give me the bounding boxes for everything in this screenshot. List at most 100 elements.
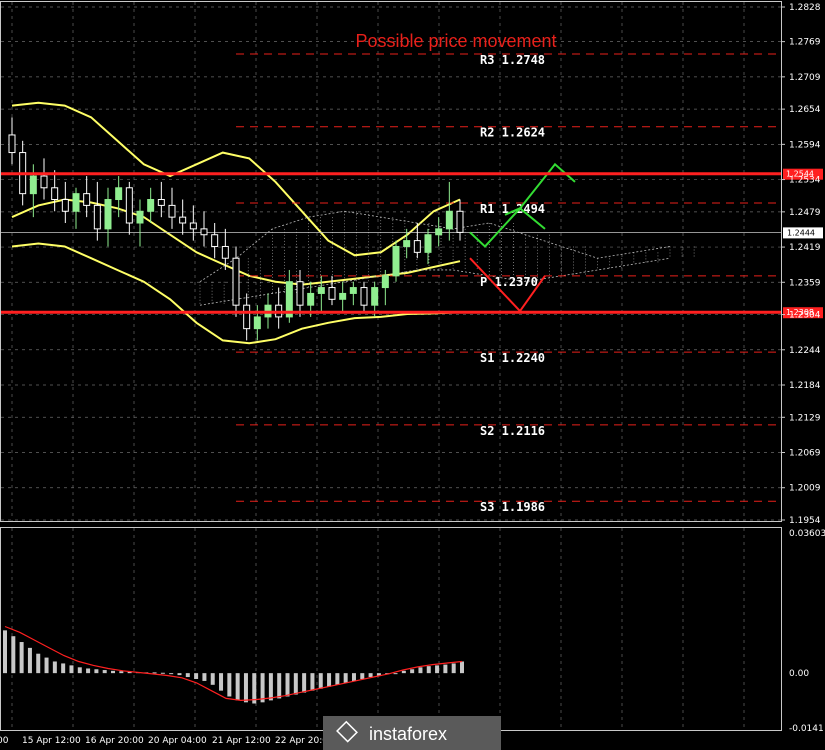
candle-body [307,292,315,306]
macd-histogram-bar [277,673,282,699]
pivot-label-r3: R3 1.2748 [480,53,545,67]
time-tick-label: 20 Apr 04:00 [148,736,207,746]
price-tick-label: 1.2129 [789,413,821,423]
macd-histogram-bar [401,670,406,674]
macd-histogram-bar [86,668,91,674]
macd-histogram-bar [210,673,215,685]
macd-tick-label: 0.03603 [789,529,825,539]
macd-histogram-bar [194,673,199,679]
price-tick-label: 1.2594 [789,140,821,150]
macd-histogram-bar [227,673,232,697]
macd-histogram-bar [219,673,224,691]
candle-body [104,199,112,230]
macd-histogram-bar [77,667,82,674]
pivot-label-r2: R2 1.2624 [480,126,545,140]
price-chart: R3 1.2748R2 1.2624R1 1.2494P 1.2370S1 1.… [0,0,825,750]
macd-histogram-bar [160,672,165,674]
candle-body [179,216,187,224]
macd-histogram-bar [443,664,448,674]
macd-histogram-bar [360,673,365,679]
time-tick-label: 15 Apr 12:00 [22,736,81,746]
macd-histogram-bar [351,673,356,681]
macd-histogram-bar [343,673,348,683]
macd-histogram-bar [318,673,323,689]
price-tick-label: 1.2709 [789,73,821,83]
candle-body [381,275,389,289]
macd-histogram-bar [393,673,398,675]
time-tick-label: :00 [0,736,9,746]
time-tick-label: 16 Apr 20:00 [85,736,144,746]
macd-histogram-bar [177,673,182,676]
candle-body [147,199,155,212]
macd-histogram-bar [410,669,415,674]
candle-body [456,210,464,233]
macd-histogram-bar [111,670,116,674]
macd-histogram-bar [152,672,157,674]
candle-body [83,193,91,206]
macd-tick-label: 0.00 [789,669,809,679]
candle-body [125,187,133,224]
candle-body [328,287,336,300]
macd-histogram-bar [52,661,57,674]
candle-body [371,287,379,306]
macd-histogram-bar [426,666,431,674]
macd-histogram-bar [202,673,207,681]
macd-histogram-bar [260,673,265,703]
candle-body [40,175,48,189]
macd-histogram-bar [19,642,24,674]
candle-body [211,234,219,247]
macd-histogram-bar [243,673,248,703]
candle-body [360,287,368,306]
candle-body [136,210,144,224]
candle-body [392,245,400,277]
candle-body [61,199,69,212]
candle-body [445,210,453,230]
price-tick-label: 1.1954 [789,516,821,526]
macd-histogram-bar [435,665,440,674]
chart-title: Possible price movement [355,31,556,51]
macd-histogram-bar [119,671,124,674]
macd-tick-label: -0.0141 [789,724,824,734]
macd-histogram-bar [44,657,49,674]
macd-histogram-bar [293,673,298,695]
candle-body [349,287,357,294]
price-tick-label: 1.2304 [789,311,821,321]
price-tick-label: 1.2184 [789,381,821,391]
candle-body [221,245,229,259]
price-tick-label: 1.2419 [789,243,821,253]
pivot-label-s3: S3 1.1986 [480,500,545,514]
logo-text: instaforex [369,724,447,744]
candle-body [51,187,59,201]
macd-histogram-bar [3,630,7,674]
price-tick-label: 1.2069 [789,449,821,459]
macd-histogram-bar [169,673,174,675]
candle-body [253,316,261,330]
pivot-label-s1: S1 1.2240 [480,351,545,365]
instaforex-logo: instaforex [323,716,501,750]
macd-histogram-bar [27,647,32,674]
pivot-label-s2: S2 1.2116 [480,424,545,438]
macd-histogram-bar [268,673,273,701]
macd-histogram-bar [418,667,423,674]
price-tick-label: 1.2359 [789,278,821,288]
macd-histogram-bar [185,673,190,678]
candle-body [29,175,37,195]
current-price-label: 1.2444 [787,228,815,237]
price-tick-label: 1.2244 [789,346,821,356]
macd-histogram-bar [94,669,99,674]
chart-background [0,0,825,750]
macd-histogram-bar [460,661,464,674]
price-tick-label: 1.2769 [789,38,821,48]
macd-histogram-bar [335,673,340,685]
macd-histogram-bar [11,636,16,674]
price-tick-label: 1.2828 [789,3,821,13]
pivot-label-r1: R1 1.2494 [480,202,545,216]
price-tick-label: 1.2654 [789,105,821,115]
candle-body [8,134,16,154]
candle-body [317,287,325,294]
price-tick-label: 1.2534 [789,176,821,186]
candle-body [93,204,101,230]
candle-body [296,281,304,306]
macd-histogram-bar [368,673,373,678]
candle-body [168,204,176,218]
